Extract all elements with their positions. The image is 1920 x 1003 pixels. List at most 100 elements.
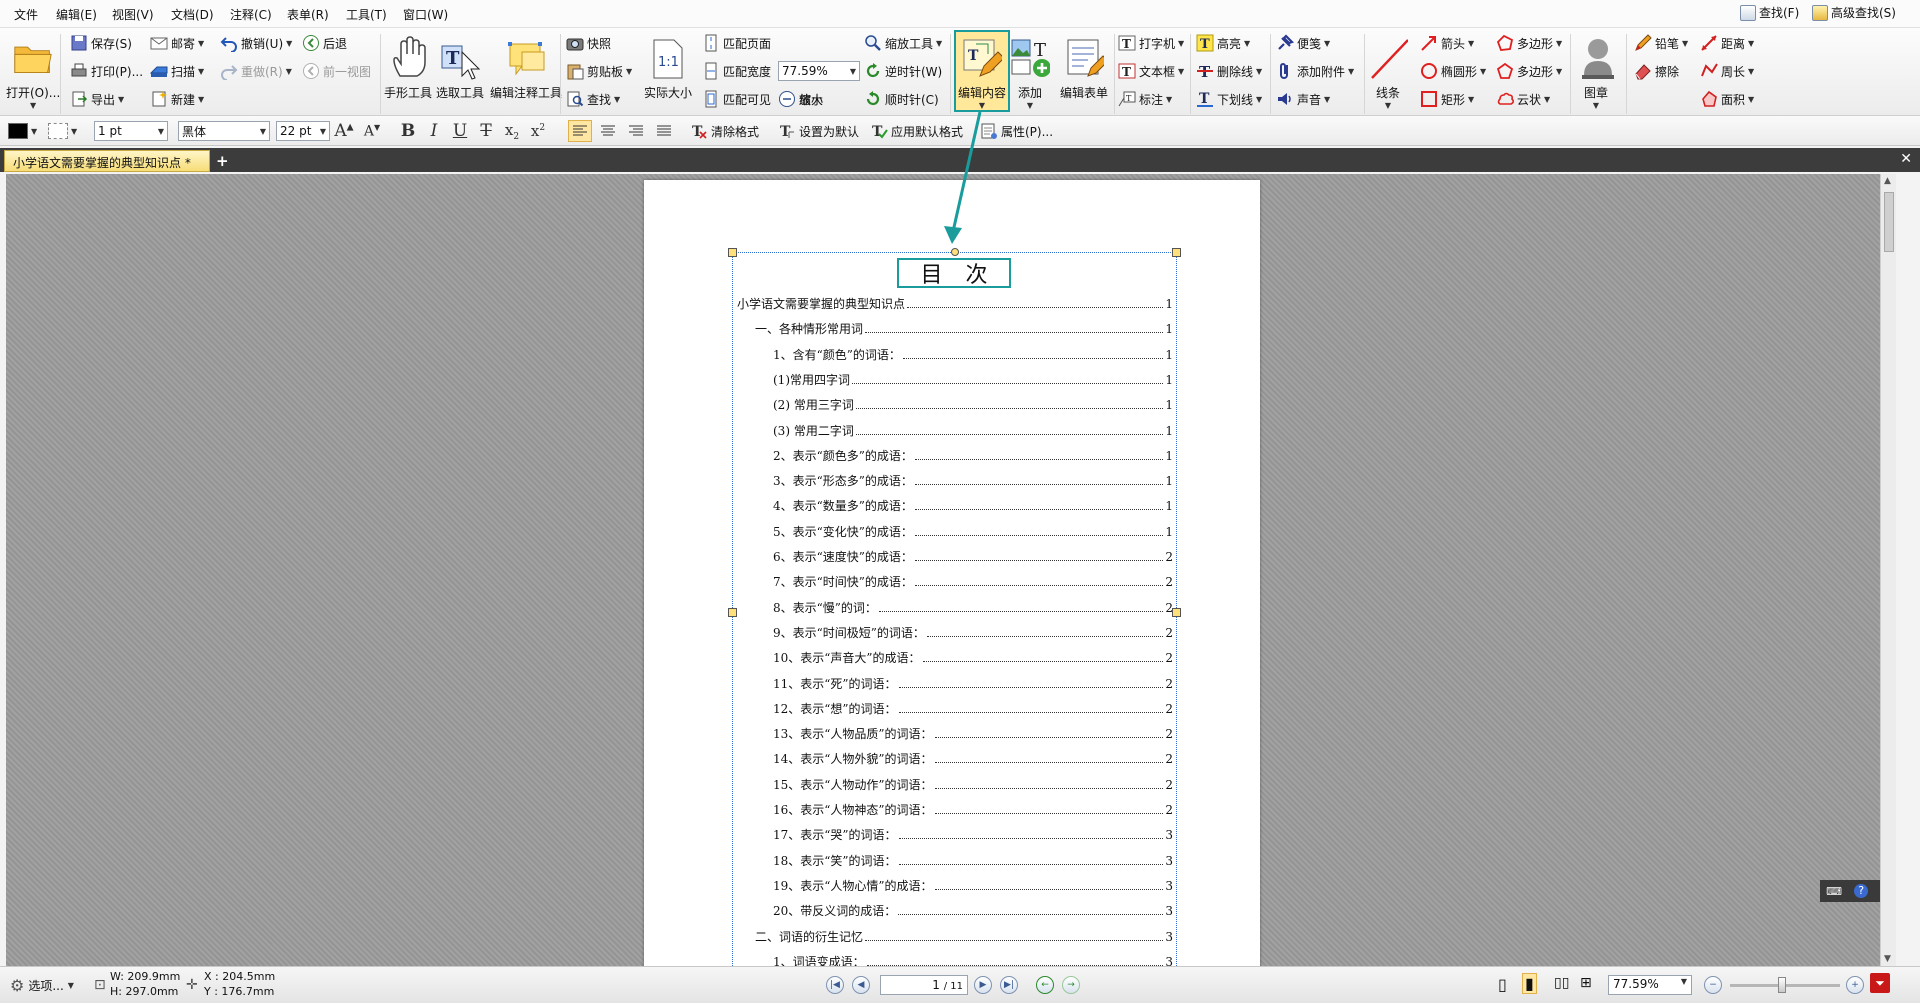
edit-content-button[interactable]: T 编辑内容 ▼ [954,30,1011,112]
fit-width-button[interactable]: 匹配宽度 [702,60,771,82]
facing-pages-icon[interactable]: ▯▯ [1554,975,1569,991]
toc-entry[interactable]: 6、表示“速度快”的成语： 2 [733,546,1173,564]
zoom-slider[interactable] [1730,977,1840,993]
pdf-icon[interactable]: ⏷ [1870,973,1890,993]
sound-button[interactable]: 声音 ▼ [1276,88,1330,110]
keyboard-icon[interactable]: ⌨ [1826,885,1842,898]
fit-page-button[interactable]: 匹配页面 [702,32,771,54]
toc-entry[interactable]: 1、含有“颜色”的词语： 1 [733,344,1173,362]
forward-nav-button[interactable]: → [1062,976,1080,994]
search-button[interactable]: 查找 ▼ [566,88,620,110]
help-icon[interactable]: ? [1854,884,1869,898]
underline-button[interactable]: T 下划线 ▼ [1196,88,1262,110]
superscript-button[interactable]: x2 [526,120,550,142]
new-tab-icon[interactable]: + [216,152,229,170]
export-button[interactable]: 导出 ▼ [70,88,124,110]
stroke-width-select[interactable]: 1 pt ▼ [94,121,168,141]
advanced-find-button[interactable]: 高级查找(S) [1812,4,1896,21]
next-page-button[interactable]: ▶ [974,976,992,994]
options-button[interactable]: ⚙ 选项... ▼ [10,976,74,995]
scroll-down-icon[interactable]: ▼ [1884,954,1891,964]
bold-button[interactable]: B [396,120,420,142]
back-nav-button[interactable]: ← [1036,976,1054,994]
toc-entry[interactable]: (3) 常用二字词 1 [733,420,1173,438]
menu-form[interactable]: 表单(R) [287,6,329,23]
align-left-button[interactable] [568,120,592,142]
first-page-button[interactable]: |◀ [826,976,844,994]
justify-button[interactable] [652,120,676,142]
document-workspace[interactable]: 目 次 小学语文需要掌握的典型知识点 1 一、各种情形常用词 1 1、含有“颜色”的词语… [6,174,1896,966]
close-icon[interactable]: ✕ [1900,151,1912,167]
previous-view-button[interactable]: 前一视图 [302,60,371,82]
open-dropdown-icon[interactable]: ▼ [30,101,36,110]
status-zoom-select[interactable]: 77.59% ▼ [1608,975,1692,995]
menu-edit[interactable]: 编辑(E) [56,6,97,23]
select-tool-button[interactable]: T 选取工具 [436,32,484,101]
add-button[interactable]: T 添加 ▼ [1010,32,1050,110]
clear-format-button[interactable]: T 清除格式 [690,120,759,142]
rotate-ccw-button[interactable]: 逆时针(W) [864,60,942,82]
menu-document[interactable]: 文档(D) [171,6,214,23]
menu-tools[interactable]: 工具(T) [346,6,387,23]
toc-entry[interactable]: 5、表示“变化快”的成语： 1 [733,521,1173,539]
toc-entry[interactable]: 9、表示“时间极短”的词语： 2 [733,622,1173,640]
strikethrough-button[interactable]: T [474,120,498,142]
rotate-cw-button[interactable]: 顺时针(C) [864,88,939,110]
vertical-scrollbar[interactable]: ▲ ▼ [1880,174,1896,966]
toc-entry[interactable]: 二、词语的衍生记忆 3 [733,926,1173,944]
print-button[interactable]: 打印(P)... [70,60,143,82]
pdf-page[interactable]: 目 次 小学语文需要掌握的典型知识点 1 一、各种情形常用词 1 1、含有“颜色”的词语… [644,180,1260,966]
zoom-out-button[interactable]: 缩小 [778,88,823,110]
align-center-button[interactable] [596,120,620,142]
note-button[interactable]: 便笺 ▼ [1276,32,1330,54]
text-color-picker[interactable]: ▼ [8,120,37,142]
toc-entry[interactable]: 17、表示“哭”的词语： 3 [733,824,1173,842]
scan-button[interactable]: 扫描 ▼ [149,60,204,82]
scroll-thumb[interactable] [1884,192,1894,252]
open-button[interactable]: 打开(O)... ▼ [6,32,60,110]
ellipse-button[interactable]: 椭圆形 ▼ [1420,60,1486,82]
menu-file[interactable]: 文件 [14,6,38,23]
zoom-slider-knob[interactable] [1778,977,1786,993]
clipboard-button[interactable]: 剪贴板 ▼ [566,60,632,82]
font-size-select[interactable]: 22 pt ▼ [276,121,330,141]
typewriter-button[interactable]: T 打字机 ▼ [1118,32,1184,54]
highlight-button[interactable]: T 高亮 ▼ [1196,32,1250,54]
redo-button[interactable]: 重做(R) ▼ [220,60,292,82]
resize-handle[interactable] [728,248,737,257]
apply-default-button[interactable]: T 应用默认格式 [870,120,963,142]
align-right-button[interactable] [624,120,648,142]
cloud-button[interactable]: 云状 ▼ [1496,88,1550,110]
stamp-button[interactable]: 图章 ▼ [1576,32,1616,110]
perimeter-button[interactable]: 周长 ▼ [1700,60,1754,82]
increase-font-button[interactable]: A▲ [332,120,356,142]
toc-entry[interactable]: 3、表示“形态多”的成语： 1 [733,470,1173,488]
toc-entry[interactable]: 20、带反义词的成语： 3 [733,900,1173,918]
toc-entry[interactable]: 12、表示“想”的词语： 2 [733,698,1173,716]
zoom-combo[interactable]: 77.59% ▼ [778,61,860,81]
undo-button[interactable]: 撤销(U) ▼ [220,32,292,54]
continuous-facing-icon[interactable]: ⊞ [1580,975,1592,991]
single-page-icon[interactable]: ▯ [1498,975,1507,994]
toc-entry[interactable]: (2) 常用三字词 1 [733,394,1173,412]
status-zoom-out-button[interactable]: − [1704,976,1722,994]
menu-window[interactable]: 窗口(W) [403,6,448,23]
rectangle-button[interactable]: 矩形 ▼ [1420,88,1474,110]
decrease-font-button[interactable]: A▼ [360,120,384,142]
toc-entry[interactable]: 1、词语变成语： 3 [733,951,1173,966]
italic-button[interactable]: I [422,120,446,142]
selected-text-block[interactable]: 目 次 小学语文需要掌握的典型知识点 1 一、各种情形常用词 1 1、含有“颜色”的词语… [728,248,1181,966]
properties-button[interactable]: 属性(P)... [980,120,1053,142]
edit-annotation-tool-button[interactable]: 编辑注释工具 [490,32,562,101]
fill-color-picker[interactable]: ▼ [48,120,77,142]
attach-button[interactable]: 添加附件 ▼ [1276,60,1354,82]
snapshot-button[interactable]: 快照 [566,32,611,54]
toc-title[interactable]: 目 次 [897,258,1011,288]
toc-entry[interactable]: 13、表示“人物品质”的词语： 2 [733,723,1173,741]
callout-button[interactable]: T 标注 ▼ [1118,88,1172,110]
edit-form-button[interactable]: 编辑表单 [1060,32,1108,101]
toc-entry[interactable]: 10、表示“声音大”的成语： 2 [733,647,1173,665]
toc-entry[interactable]: 4、表示“数量多”的成语： 1 [733,495,1173,513]
hand-tool-button[interactable]: 手形工具 [384,32,432,101]
eraser-button[interactable]: 擦除 [1634,60,1679,82]
